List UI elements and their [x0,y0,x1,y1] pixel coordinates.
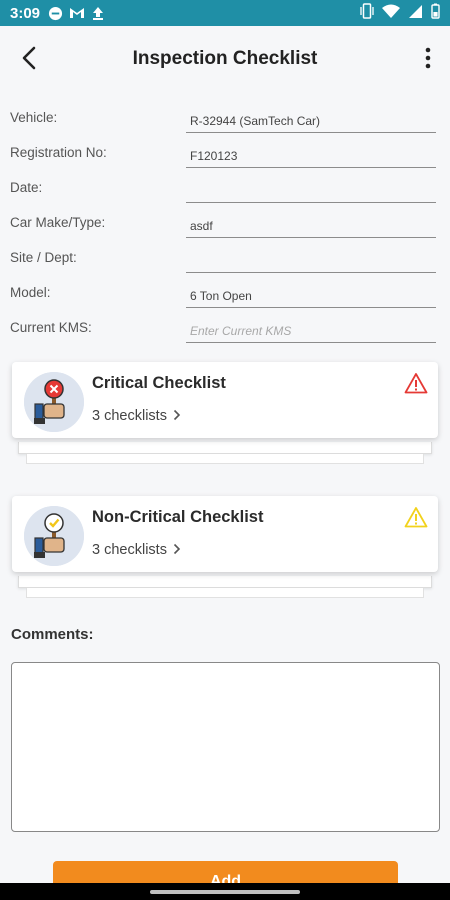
registration-label: Registration No: [10,145,107,160]
car-make-field[interactable]: asdf [186,212,436,238]
signal-icon [408,4,423,23]
vibrate-icon [360,3,374,23]
warning-red-icon [404,372,428,394]
current-kms-label: Current KMS: [10,320,92,335]
site-dept-field[interactable] [186,247,436,273]
vehicle-field[interactable]: R-32944 (SamTech Car) [186,107,436,133]
current-kms-input[interactable]: Enter Current KMS [186,317,436,343]
form-row-date: Date: [10,168,436,203]
form-row-vehicle: Vehicle: R-32944 (SamTech Car) [10,98,436,133]
page-title: Inspection Checklist [132,48,318,69]
wifi-icon [382,4,400,23]
upload-icon [91,6,105,21]
model-label: Model: [10,285,51,300]
critical-checklist-count-text: 3 checklists [92,408,167,424]
car-make-label: Car Make/Type: [10,215,106,230]
warning-yellow-icon [404,506,428,528]
non-critical-checklist-title: Non-Critical Checklist [92,508,264,526]
chevron-right-icon [173,542,181,558]
card-body[interactable]: Non-Critical Checklist 3 checklists [12,496,438,572]
home-gesture-handle[interactable] [150,890,300,894]
form-row-car-make: Car Make/Type: asdf [10,203,436,238]
registration-field[interactable]: F120123 [186,142,436,168]
form-row-kms: Current KMS: Enter Current KMS [10,308,436,343]
form-row-registration: Registration No: F120123 [10,133,436,168]
date-field[interactable] [186,177,436,203]
non-critical-checklist-count-text: 3 checklists [92,542,167,558]
critical-checklist-title: Critical Checklist [92,374,226,392]
critical-checklist-count[interactable]: 3 checklists [92,408,181,424]
card-stack-layer [18,576,432,588]
dnd-icon [48,6,63,21]
system-nav-bar [0,883,450,900]
status-bar: 3:09 [0,0,450,26]
comments-label: Comments: [11,626,94,643]
model-field[interactable]: 6 Ton Open [186,282,436,308]
gmail-icon [69,6,85,20]
card-stack-layer [18,442,432,454]
card-stack-layer [26,454,424,464]
more-options-icon[interactable] [424,46,432,70]
app-bar: Inspection Checklist [0,26,450,90]
vehicle-form: Vehicle: R-32944 (SamTech Car) Registrat… [10,98,436,343]
battery-icon [431,3,440,23]
card-stack-layer [26,588,424,598]
status-time: 3:09 [10,4,41,22]
non-critical-checklist-count[interactable]: 3 checklists [92,542,181,558]
chevron-right-icon [173,408,181,424]
non-critical-checklist-icon [24,506,84,566]
card-body[interactable]: Critical Checklist 3 checklists [12,362,438,438]
critical-checklist-icon [24,372,84,432]
form-row-site: Site / Dept: [10,238,436,273]
comments-textarea[interactable] [11,662,440,832]
date-label: Date: [10,180,43,195]
site-dept-label: Site / Dept: [10,250,77,265]
form-row-model: Model: 6 Ton Open [10,273,436,308]
vehicle-label: Vehicle: [10,110,58,125]
